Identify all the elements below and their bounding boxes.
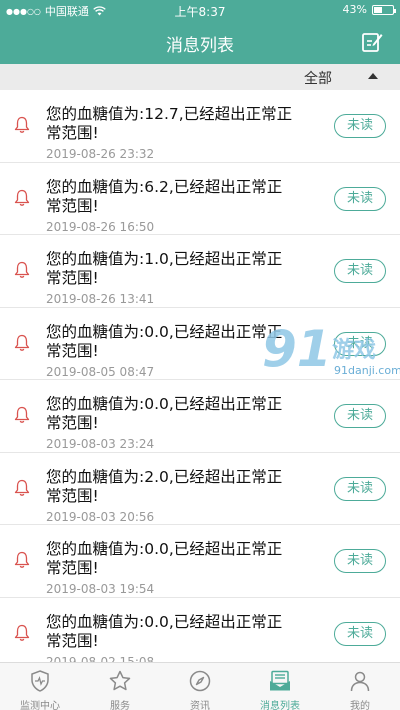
message-time: 2019-08-05 08:47	[46, 364, 155, 379]
bell-icon	[14, 551, 30, 568]
message-time: 2019-08-26 13:41	[46, 292, 155, 306]
battery-percent: 43%	[342, 3, 367, 16]
tab-news[interactable]: 资讯	[160, 663, 240, 710]
message-text: 您的血糖值为:0.0,已经超出正常正常范围!	[46, 612, 283, 650]
unread-button[interactable]: 未读	[334, 186, 386, 211]
message-item[interactable]: 您的血糖值为:0.0,已经超出正常正常范围! 2019-08-02 15:08 未读	[0, 598, 400, 663]
monitor-shield-icon	[31, 670, 49, 692]
tab-label: 资讯	[190, 701, 210, 710]
message-time: 2019-08-03 23:24	[46, 437, 155, 451]
bell-icon	[14, 334, 30, 351]
unread-button[interactable]: 未读	[334, 549, 386, 573]
edit-icon[interactable]	[360, 30, 384, 54]
message-text: 您的血糖值为:12.7,已经超出正常正常范围!	[46, 105, 293, 142]
nav-bar: 消息列表	[0, 20, 400, 64]
battery-icon	[372, 4, 396, 15]
message-item[interactable]: 您的血糖值为:0.0,已经超出正常正常范围! 2019-08-03 23:24 未读	[0, 380, 400, 453]
status-time: 上午8:37	[174, 5, 226, 19]
bell-icon	[14, 116, 30, 133]
unread-button[interactable]: 未读	[334, 621, 386, 646]
tab-label: 我的	[350, 701, 370, 710]
tab-service[interactable]: 服务	[80, 663, 160, 710]
watermark-logo: 91 游戏 91danji.com	[262, 320, 400, 384]
star-icon	[109, 670, 131, 691]
unread-button[interactable]: 未读	[334, 404, 386, 428]
message-item[interactable]: 您的血糖值为:2.0,已经超出正常正常范围! 2019-08-03 20:56 未读	[0, 453, 400, 525]
message-item[interactable]: 您的血糖值为:1.0,已经超出正常正常范围! 2019-08-26 13:41 未读	[0, 235, 400, 308]
filter-bar[interactable]: 全部	[0, 64, 400, 90]
status-right: 43%	[342, 3, 396, 16]
message-text: 您的血糖值为:0.0,已经超出正常正常范围!	[46, 540, 283, 577]
watermark-url: 91danji.com	[334, 364, 400, 377]
message-time: 2019-08-03 20:56	[46, 509, 155, 524]
message-text: 您的血糖值为:6.2,已经超出正常正常范围!	[46, 177, 283, 215]
tab-label: 监测中心	[20, 701, 60, 710]
filter-label[interactable]: 全部	[304, 68, 332, 88]
unread-button[interactable]: 未读	[334, 114, 386, 138]
tab-mine[interactable]: 我的	[320, 663, 400, 710]
bell-icon	[14, 406, 30, 423]
message-time: 2019-08-26 16:50	[46, 219, 155, 234]
unread-button[interactable]: 未读	[334, 476, 386, 501]
message-time: 2019-08-26 23:32	[46, 147, 155, 161]
bell-icon	[14, 479, 30, 496]
tab-monitor[interactable]: 监测中心	[0, 663, 80, 710]
message-item[interactable]: 您的血糖值为:12.7,已经超出正常正常范围! 2019-08-26 23:32 未…	[0, 90, 400, 163]
message-text: 您的血糖值为:0.0,已经超出正常正常范围!	[46, 322, 283, 360]
bell-icon	[14, 189, 30, 206]
compass-icon	[189, 670, 211, 692]
message-text: 您的血糖值为:1.0,已经超出正常正常范围!	[46, 250, 283, 287]
status-bar: ●●●○○ 中国联通 上午8:37 43%	[0, 0, 400, 20]
message-time: 2019-08-02 15:08	[46, 654, 155, 663]
message-list-icon	[270, 670, 290, 691]
message-time: 2019-08-03 19:54	[46, 582, 155, 596]
message-item[interactable]: 您的血糖值为:6.2,已经超出正常正常范围! 2019-08-26 16:50 未读	[0, 163, 400, 235]
tab-bar: 监测中心 服务 资讯 消息列表 我的	[0, 662, 400, 710]
bell-icon	[14, 261, 30, 278]
message-text: 您的血糖值为:2.0,已经超出正常正常范围!	[46, 467, 283, 505]
watermark-number: 91	[262, 320, 332, 378]
tab-label: 消息列表	[260, 701, 300, 710]
caret-up-icon[interactable]	[368, 73, 378, 79]
page-title: 消息列表	[166, 36, 234, 56]
bell-icon	[14, 624, 30, 641]
tab-messages[interactable]: 消息列表	[240, 663, 320, 710]
user-icon	[350, 671, 370, 692]
message-text: 您的血糖值为:0.0,已经超出正常正常范围!	[46, 395, 283, 432]
watermark-name: 游戏	[332, 338, 377, 363]
message-item[interactable]: 您的血糖值为:0.0,已经超出正常正常范围! 2019-08-03 19:54 未读	[0, 525, 400, 598]
unread-button[interactable]: 未读	[334, 259, 386, 283]
tab-label: 服务	[110, 701, 130, 710]
